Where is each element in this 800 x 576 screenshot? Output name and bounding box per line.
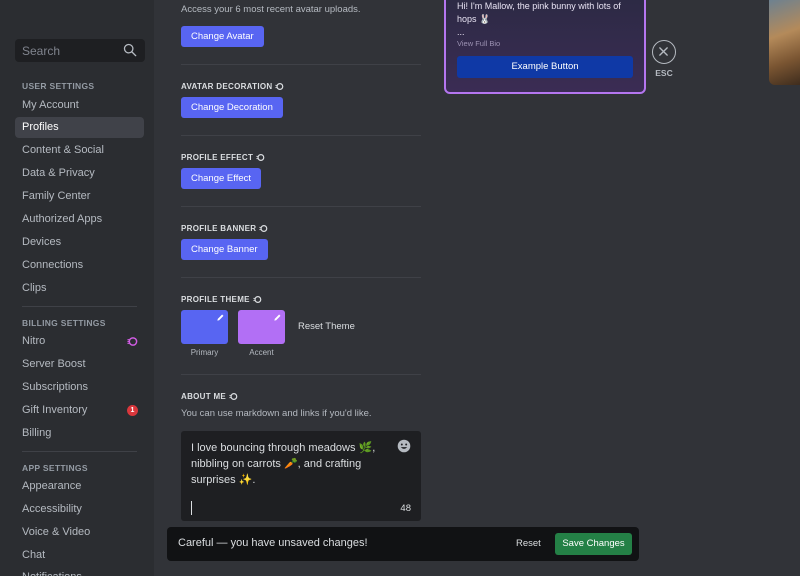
character-counter: 48 [400, 503, 411, 514]
profile-banner-label: PROFILE BANNER [181, 224, 257, 233]
notification-badge: 1 [127, 405, 138, 416]
sidebar-item-my-account[interactable]: My Account [15, 95, 144, 116]
search-icon [123, 43, 137, 57]
sidebar-item-clips[interactable]: Clips [15, 278, 144, 299]
sidebar-item-subscriptions[interactable]: Subscriptions [15, 377, 144, 398]
nitro-icon [275, 83, 284, 90]
reset-theme-button[interactable]: Reset Theme [298, 321, 355, 332]
sidebar-item-content-social[interactable]: Content & Social [15, 140, 144, 161]
section-divider [181, 277, 421, 278]
section-user-settings: USER SETTINGS [22, 81, 95, 91]
sidebar-item-family-center[interactable]: Family Center [15, 186, 144, 207]
about-me-text: I love bouncing through meadows 🌿, nibbl… [191, 442, 376, 486]
avatar-decoration-heading: AVATAR DECORATION [181, 82, 284, 91]
section-app-settings: APP SETTINGS [22, 463, 88, 473]
profile-effect-label: PROFILE EFFECT [181, 153, 254, 162]
search-input[interactable]: Search [15, 39, 145, 62]
text-caret [191, 501, 192, 515]
profile-effect-heading: PROFILE EFFECT [181, 153, 265, 162]
nitro-icon [253, 296, 262, 303]
emoji-icon[interactable] [397, 439, 411, 453]
close-icon [659, 47, 668, 56]
about-me-label: ABOUT ME [181, 392, 227, 401]
sidebar-item-label: Gift Inventory [22, 404, 88, 416]
profile-preview-card: Hi! I'm Mallow, the pink bunny with lots… [444, 0, 646, 94]
section-divider [181, 374, 421, 375]
accent-color-swatch[interactable] [238, 310, 285, 344]
save-changes-button[interactable]: Save Changes [555, 533, 632, 555]
pencil-icon [217, 314, 224, 321]
section-divider [181, 206, 421, 207]
about-me-description: You can use markdown and links if you'd … [181, 408, 372, 419]
profile-theme-heading: PROFILE THEME [181, 295, 262, 304]
sidebar-item-appearance[interactable]: Appearance [15, 476, 144, 497]
preview-bio-ellipsis: ... [457, 27, 465, 37]
section-billing-settings: BILLING SETTINGS [22, 318, 106, 328]
sidebar-item-connections[interactable]: Connections [15, 255, 144, 276]
nitro-icon [259, 225, 268, 232]
sidebar-item-voice-video[interactable]: Voice & Video [15, 522, 144, 543]
change-avatar-button[interactable]: Change Avatar [181, 26, 264, 47]
sidebar-item-data-privacy[interactable]: Data & Privacy [15, 163, 144, 184]
banner-thumbnail-image [769, 0, 800, 85]
about-me-textarea[interactable]: I love bouncing through meadows 🌿, nibbl… [181, 431, 421, 521]
nitro-icon [127, 337, 138, 346]
unsaved-changes-bar: Careful — you have unsaved changes! Rese… [167, 527, 639, 561]
sidebar-item-notifications[interactable]: Notifications [15, 567, 144, 576]
sidebar-item-billing[interactable]: Billing [15, 423, 144, 444]
about-me-heading: ABOUT ME [181, 392, 238, 401]
profile-banner-heading: PROFILE BANNER [181, 224, 268, 233]
section-divider [181, 135, 421, 136]
sidebar-item-profiles[interactable]: Profiles [15, 117, 144, 138]
sidebar-divider [22, 451, 137, 452]
section-divider [181, 64, 421, 65]
primary-color-swatch[interactable] [181, 310, 228, 344]
esc-label: ESC [655, 68, 673, 78]
close-button[interactable] [652, 40, 676, 64]
nitro-icon [256, 154, 265, 161]
change-banner-button[interactable]: Change Banner [181, 239, 268, 260]
change-effect-button[interactable]: Change Effect [181, 168, 262, 189]
sidebar-item-label: Nitro [22, 335, 46, 347]
change-decoration-button[interactable]: Change Decoration [181, 97, 283, 118]
sidebar-item-server-boost[interactable]: Server Boost [15, 354, 144, 375]
avatar-decoration-label: AVATAR DECORATION [181, 82, 273, 91]
sidebar-item-devices[interactable]: Devices [15, 232, 144, 253]
sidebar-divider [22, 306, 137, 307]
example-button[interactable]: Example Button [457, 56, 633, 78]
search-placeholder: Search [22, 44, 61, 58]
sidebar-item-chat[interactable]: Chat [15, 545, 144, 566]
reset-button[interactable]: Reset [516, 538, 541, 549]
profile-theme-label: PROFILE THEME [181, 295, 250, 304]
avatar-description: Access your 6 most recent avatar uploads… [181, 4, 361, 15]
sidebar-item-gift-inventory[interactable]: Gift Inventory 1 [15, 400, 144, 421]
preview-bio-text: Hi! I'm Mallow, the pink bunny with lots… [457, 1, 621, 24]
profile-settings-content: Access your 6 most recent avatar uploads… [154, 0, 800, 576]
sidebar-item-nitro[interactable]: Nitro [15, 331, 144, 352]
preview-bio: Hi! I'm Mallow, the pink bunny with lots… [457, 0, 637, 39]
unsaved-message: Careful — you have unsaved changes! [178, 537, 368, 549]
nitro-icon [229, 393, 238, 400]
primary-label: Primary [190, 348, 219, 357]
accent-label: Accent [249, 348, 274, 357]
view-full-bio-link[interactable]: View Full Bio [457, 39, 500, 48]
sidebar-item-accessibility[interactable]: Accessibility [15, 499, 144, 520]
sidebar-item-authorized-apps[interactable]: Authorized Apps [15, 209, 144, 230]
settings-sidebar: Search USER SETTINGS My Account Profiles… [0, 0, 154, 576]
pencil-icon [274, 314, 281, 321]
